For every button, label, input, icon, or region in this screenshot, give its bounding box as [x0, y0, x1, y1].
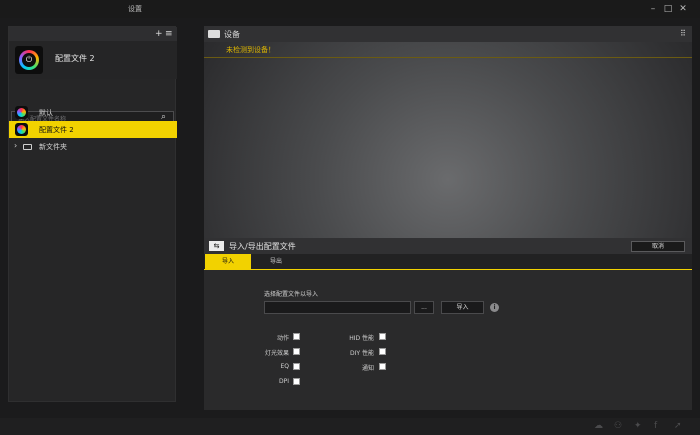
browse-button[interactable]: ... — [414, 301, 434, 314]
close-button[interactable]: ✕ — [677, 3, 689, 15]
window-title: 设置 — [128, 5, 142, 13]
maximize-button[interactable]: □ — [662, 3, 674, 15]
import-export-panel: ⇆ 导入/导出配置文件 取消 导入 导出 选择配置文件以导入 ... 导入 i … — [204, 238, 692, 410]
profile-power-icon — [15, 106, 28, 119]
profile-power-icon — [15, 123, 28, 136]
sidebar-item-new-folder[interactable]: › 新文件夹 — [9, 138, 177, 155]
menu-icon[interactable]: ≡ — [165, 28, 173, 40]
tab-export[interactable]: 导出 — [253, 254, 299, 270]
facebook-icon[interactable]: f — [654, 421, 657, 431]
option-label: 动作 — [276, 335, 289, 342]
select-profile-label: 选择配置文件以导入 — [264, 291, 319, 298]
import-export-icon: ⇆ — [209, 241, 224, 251]
sidebar-item-label: 默认 — [39, 109, 53, 117]
sidebar-item-profile-2[interactable]: 配置文件 2 — [9, 121, 177, 138]
option-label: DPI — [278, 378, 289, 385]
title-bar: 设置 – □ ✕ — [0, 0, 700, 18]
option-checkbox-hid[interactable] — [379, 333, 386, 340]
current-profile-card: ⏻ 配置文件 2 — [9, 41, 177, 79]
import-export-title: 导入/导出配置文件 — [229, 242, 296, 251]
option-checkbox-lighting[interactable] — [293, 348, 300, 355]
share-icon[interactable]: ➚ — [674, 421, 682, 431]
community-icon[interactable]: ⚇ — [614, 421, 622, 431]
option-label: 通知 — [361, 365, 374, 372]
no-device-warning: 未检测到设备！ — [204, 42, 692, 58]
forum-icon[interactable]: ☁ — [594, 421, 603, 431]
option-checkbox-notify[interactable] — [379, 363, 386, 370]
current-profile-name: 配置文件 2 — [55, 54, 95, 63]
import-export-tabs: 导入 导出 — [204, 254, 692, 270]
minimize-button[interactable]: – — [647, 3, 659, 15]
profile-power-icon: ⏻ — [15, 46, 43, 74]
add-profile-icon[interactable]: + — [155, 28, 163, 40]
option-checkbox-diy[interactable] — [379, 348, 386, 355]
option-checkbox-dpi[interactable] — [293, 378, 300, 385]
sidebar-item-label: 新文件夹 — [39, 143, 67, 151]
file-path-input[interactable] — [264, 301, 411, 314]
cancel-button[interactable]: 取消 — [631, 241, 685, 252]
option-label: DIY 性能 — [350, 350, 374, 357]
grid-icon[interactable]: ⠿ — [680, 29, 686, 38]
option-label: EQ — [280, 363, 289, 370]
option-checkbox-actions[interactable] — [293, 333, 300, 340]
twitter-icon[interactable]: ✦ — [634, 421, 642, 431]
info-icon[interactable]: i — [490, 303, 499, 312]
option-label: HID 性能 — [349, 335, 374, 342]
device-header-title: 设备 — [224, 30, 240, 39]
sidebar-item-default[interactable]: 默认 — [9, 104, 177, 121]
device-header: 设备 ⠿ — [204, 26, 692, 42]
bottom-bar: ☁ ⚇ ✦ f ➚ — [0, 418, 700, 435]
folder-icon — [23, 144, 32, 150]
option-checkbox-eq[interactable] — [293, 363, 300, 370]
option-label: 灯光效果 — [264, 350, 289, 357]
profile-sidebar: + ≡ ⏻ 配置文件 2 输入配置文件名称 ⌕ 默认 配置文件 2 › 新文件夹 — [8, 26, 177, 402]
chevron-right-icon[interactable]: › — [14, 141, 17, 150]
tab-import[interactable]: 导入 — [205, 254, 251, 270]
keyboard-icon — [208, 30, 220, 38]
sidebar-item-label: 配置文件 2 — [39, 126, 74, 134]
sidebar-toolbar: + ≡ — [9, 27, 177, 41]
import-export-header: ⇆ 导入/导出配置文件 取消 — [204, 238, 692, 254]
warning-text: 未检测到设备！ — [226, 46, 275, 54]
import-button[interactable]: 导入 — [441, 301, 484, 314]
